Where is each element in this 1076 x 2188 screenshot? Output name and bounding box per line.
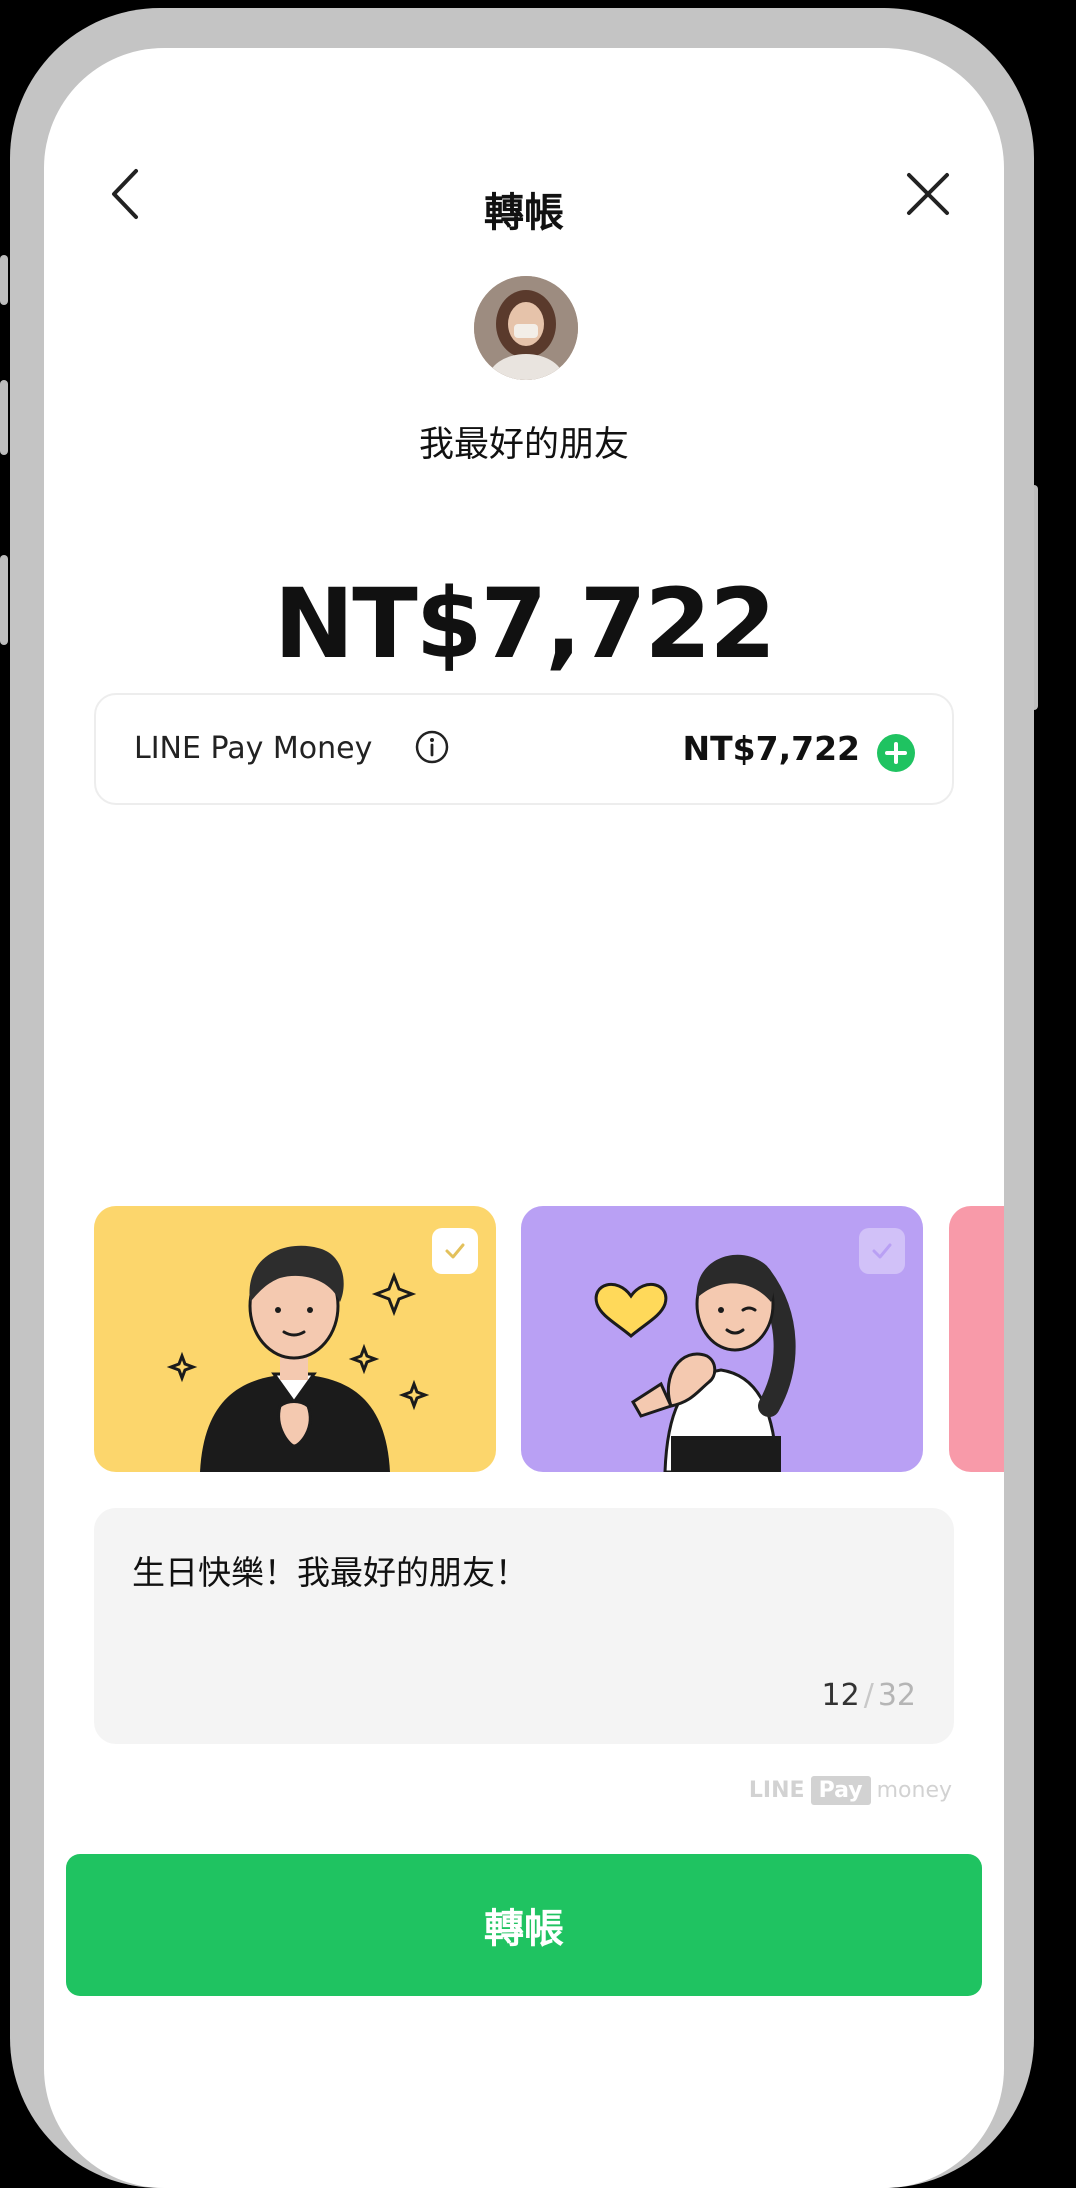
message-input[interactable]: 生日快樂！我最好的朋友！ 12/32 <box>94 1508 954 1744</box>
close-icon <box>907 173 949 215</box>
counter-current: 12 <box>821 1678 860 1713</box>
info-icon[interactable] <box>414 729 450 765</box>
phone-frame: 轉帳 我最好的朋友 NT$7,722 LINE Pay Money NT$7,7… <box>10 8 1034 2188</box>
counter-max: 32 <box>877 1678 916 1713</box>
balance-value: NT$7,722 <box>682 729 860 768</box>
counter-separator: / <box>863 1678 874 1713</box>
volume-down-button <box>0 380 8 455</box>
message-text: 生日快樂！我最好的朋友！ <box>132 1553 528 1592</box>
selected-check-badge <box>432 1228 478 1274</box>
card-design-yellow[interactable] <box>94 1206 496 1472</box>
add-money-icon[interactable] <box>876 733 916 773</box>
recipient-avatar <box>474 276 578 380</box>
unselected-check-badge <box>859 1228 905 1274</box>
silent-switch <box>0 555 8 645</box>
brand-pay: Pay <box>810 1776 871 1805</box>
brand-money: money <box>876 1778 952 1803</box>
transfer-amount[interactable]: NT$7,722 <box>44 568 1004 680</box>
balance-card: LINE Pay Money NT$7,722 <box>94 693 954 805</box>
transfer-button[interactable]: 轉帳 <box>66 1854 982 1996</box>
check-icon <box>445 1243 465 1259</box>
volume-up-button <box>0 255 8 305</box>
character-counter: 12/32 <box>822 1678 916 1713</box>
line-pay-money-logo: LINE Pay money <box>749 1776 952 1805</box>
page-title: 轉帳 <box>484 190 564 236</box>
card-design-purple[interactable] <box>521 1206 923 1472</box>
card-design-pink[interactable] <box>949 1206 1004 1472</box>
balance-label: LINE Pay Money <box>134 731 373 766</box>
app-screen: 轉帳 我最好的朋友 NT$7,722 LINE Pay Money NT$7,7… <box>44 48 1004 2188</box>
check-icon <box>872 1243 892 1259</box>
close-button[interactable] <box>892 158 964 230</box>
brand-line: LINE <box>748 1778 805 1803</box>
recipient-name: 我最好的朋友 <box>418 425 629 465</box>
